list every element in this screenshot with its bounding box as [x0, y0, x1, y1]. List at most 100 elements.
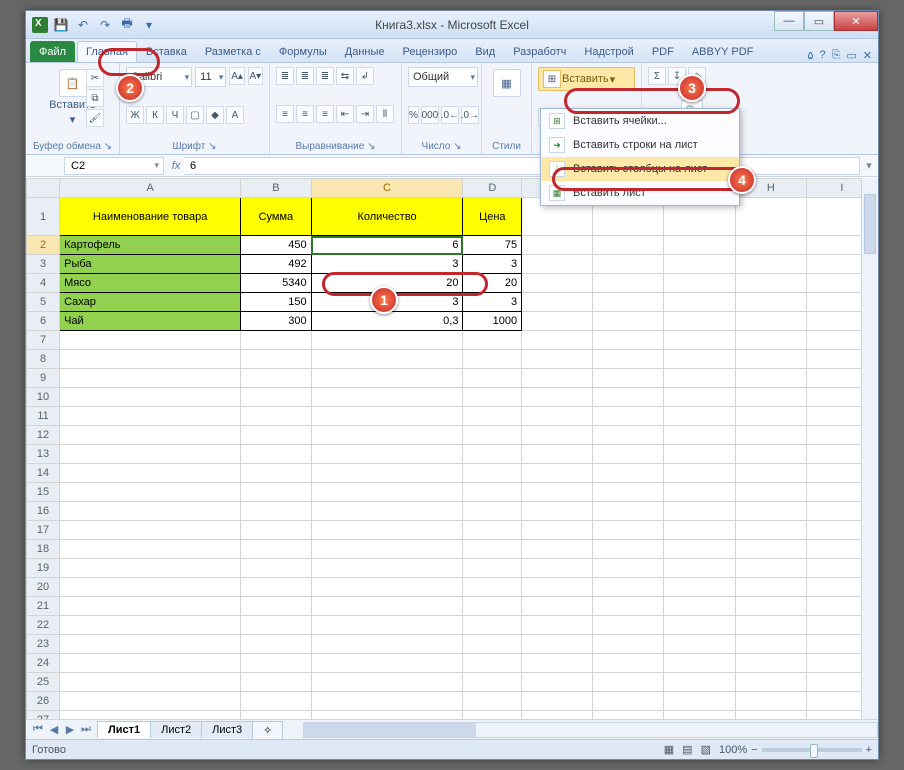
cell[interactable]	[593, 483, 664, 502]
close-button[interactable]: ✕	[834, 11, 878, 31]
menu-insert-rows[interactable]: ➜ Вставить строки на лист	[541, 133, 739, 157]
cell[interactable]	[241, 426, 311, 445]
row-header[interactable]: 5	[27, 293, 60, 312]
cell[interactable]	[735, 597, 806, 616]
doc-close-icon[interactable]: ✕	[863, 49, 872, 62]
cell[interactable]	[311, 445, 463, 464]
cell[interactable]	[241, 388, 311, 407]
col-header-C[interactable]: C	[311, 179, 463, 198]
row-header[interactable]: 2	[27, 236, 60, 255]
cell[interactable]	[463, 426, 522, 445]
cell[interactable]	[593, 654, 664, 673]
align-launcher-icon[interactable]: ↘	[367, 141, 375, 152]
cell[interactable]	[735, 502, 806, 521]
cell[interactable]	[735, 236, 806, 255]
cell[interactable]	[735, 521, 806, 540]
tab-abbyy[interactable]: ABBYY PDF	[683, 41, 763, 62]
cell[interactable]	[593, 464, 664, 483]
doc-window-icon[interactable]: ▭	[846, 49, 856, 62]
zoom-in-icon[interactable]: +	[866, 744, 872, 756]
sheet-first-icon[interactable]: ⏮	[30, 723, 46, 736]
cell[interactable]	[463, 540, 522, 559]
select-all-corner[interactable]	[27, 179, 60, 198]
col-header-B[interactable]: B	[241, 179, 311, 198]
cell[interactable]	[664, 369, 735, 388]
row-header[interactable]: 7	[27, 331, 60, 350]
sheet-last-icon[interactable]: ⏭	[78, 723, 94, 736]
cell[interactable]	[311, 483, 463, 502]
row-header[interactable]: 22	[27, 616, 60, 635]
cell[interactable]	[593, 255, 664, 274]
hscroll-thumb[interactable]	[304, 723, 476, 737]
cell[interactable]: 492	[241, 255, 311, 274]
col-header-D[interactable]: D	[463, 179, 522, 198]
cell[interactable]	[60, 673, 241, 692]
cell[interactable]	[60, 483, 241, 502]
cell[interactable]	[664, 407, 735, 426]
number-format-select[interactable]: Общий	[408, 67, 478, 87]
cell[interactable]	[593, 540, 664, 559]
cell[interactable]	[664, 388, 735, 407]
row-header[interactable]: 15	[27, 483, 60, 502]
cell[interactable]	[593, 350, 664, 369]
cell[interactable]: 1000	[463, 312, 522, 331]
row-header[interactable]: 17	[27, 521, 60, 540]
fill-color-icon[interactable]: ◆	[206, 106, 224, 124]
cell[interactable]	[522, 711, 593, 720]
cell[interactable]	[522, 388, 593, 407]
qat-dropdown-icon[interactable]: ▾	[140, 16, 158, 34]
cell[interactable]	[60, 540, 241, 559]
row-header[interactable]: 27	[27, 711, 60, 720]
cell[interactable]	[241, 483, 311, 502]
cell[interactable]: Мясо	[60, 274, 241, 293]
cell[interactable]	[463, 350, 522, 369]
align-right-icon[interactable]: ≡	[316, 105, 334, 123]
cell[interactable]	[241, 692, 311, 711]
cell[interactable]: Цена	[463, 198, 522, 236]
cell[interactable]	[311, 369, 463, 388]
cell[interactable]	[735, 616, 806, 635]
row-header[interactable]: 18	[27, 540, 60, 559]
cell[interactable]	[593, 502, 664, 521]
cell[interactable]	[664, 426, 735, 445]
sheet-tab-2[interactable]: Лист2	[150, 721, 202, 738]
row-header[interactable]: 8	[27, 350, 60, 369]
orientation-icon[interactable]: ⇆	[336, 67, 354, 85]
cell[interactable]	[522, 445, 593, 464]
cell[interactable]	[735, 293, 806, 312]
cell[interactable]	[522, 350, 593, 369]
scrollbar-thumb[interactable]	[864, 194, 876, 254]
cell[interactable]	[60, 692, 241, 711]
align-center-icon[interactable]: ≡	[296, 105, 314, 123]
cell[interactable]	[664, 711, 735, 720]
cell[interactable]	[463, 597, 522, 616]
tab-addins[interactable]: Надстрой	[575, 41, 642, 62]
cell[interactable]	[241, 521, 311, 540]
zoom-level[interactable]: 100%	[719, 744, 747, 756]
cell[interactable]	[735, 540, 806, 559]
cell[interactable]	[311, 407, 463, 426]
cell[interactable]	[664, 654, 735, 673]
cell[interactable]	[664, 350, 735, 369]
cell[interactable]	[522, 312, 593, 331]
copy-icon[interactable]: ⧉	[86, 89, 104, 107]
cell[interactable]	[241, 445, 311, 464]
cell[interactable]	[735, 426, 806, 445]
tab-pdf[interactable]: PDF	[643, 41, 683, 62]
cell[interactable]	[463, 578, 522, 597]
indent-dec-icon[interactable]: ⇤	[336, 105, 354, 123]
cell[interactable]	[735, 445, 806, 464]
align-bot-icon[interactable]: ≣	[316, 67, 334, 85]
cell[interactable]	[311, 426, 463, 445]
cell[interactable]	[60, 426, 241, 445]
cell[interactable]	[522, 559, 593, 578]
cell[interactable]	[241, 540, 311, 559]
view-break-icon[interactable]: ▧	[701, 743, 711, 756]
cell[interactable]	[735, 578, 806, 597]
cell[interactable]	[593, 293, 664, 312]
tab-home[interactable]: Главная	[77, 41, 137, 62]
cell[interactable]: 20	[463, 274, 522, 293]
cell[interactable]	[311, 540, 463, 559]
dec-dec-icon[interactable]: .0→	[461, 106, 479, 124]
row-header[interactable]: 14	[27, 464, 60, 483]
